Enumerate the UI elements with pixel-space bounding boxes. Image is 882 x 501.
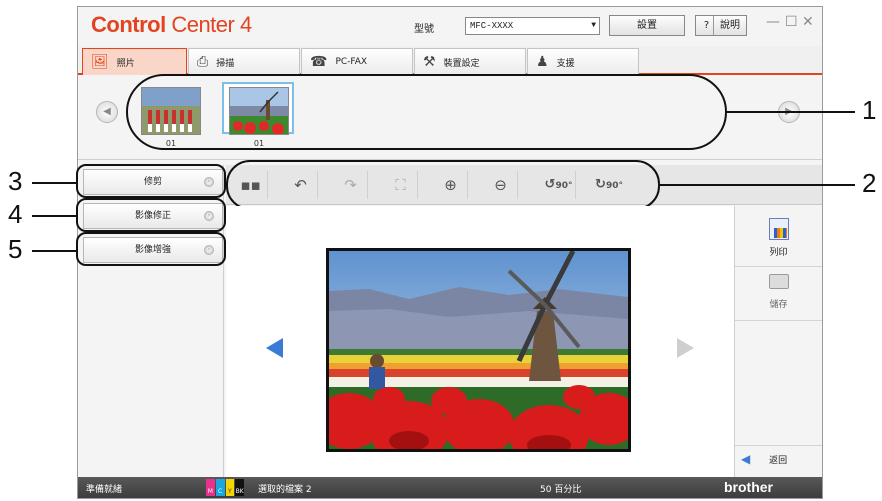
model-select[interactable]: MFC-XXXX ▼ (465, 17, 600, 35)
brother-logo: brother (724, 479, 773, 495)
help-button[interactable]: ? 說明 (695, 15, 747, 36)
photo-icon: 🖼 (91, 54, 109, 70)
tab-support[interactable]: ♟ 支援 (527, 48, 639, 75)
callout-thumbnails (126, 74, 727, 150)
previous-image-icon[interactable] (266, 338, 283, 358)
folder-icon (768, 274, 789, 289)
callout-number-3: 3 (8, 166, 23, 196)
close-icon[interactable]: ✕ (802, 14, 814, 30)
callout-number-4: 4 (8, 199, 23, 229)
scan-icon: ⎙ (197, 54, 209, 70)
fax-icon: ☎ (310, 54, 328, 70)
tools-icon: ⚒ (423, 54, 436, 70)
selected-files: 選取的檔案 2 (258, 485, 312, 495)
callout-line-5 (32, 250, 76, 252)
support-icon: ♟ (536, 54, 549, 70)
callout-line-2 (660, 184, 855, 186)
zoom-level: 50 百分比 (540, 485, 582, 495)
previous-arrow-icon[interactable]: ◀ (96, 101, 118, 123)
status-text: 準備就緒 (86, 485, 123, 495)
tab-photo[interactable]: 🖼 照片 (82, 48, 187, 75)
print-button[interactable]: 列印 (735, 214, 822, 266)
settings-button[interactable]: 設置 (609, 15, 685, 36)
callout-trim (76, 164, 226, 198)
divider (735, 445, 822, 446)
save-button[interactable]: 儲存 (735, 270, 822, 320)
back-arrow-icon: ◀ (741, 452, 751, 466)
model-label: 型號 (414, 24, 434, 35)
back-button[interactable]: ◀ 返回 (735, 452, 822, 472)
callout-number-2: 2 (862, 168, 877, 198)
callout-number-5: 5 (8, 234, 23, 264)
tab-device-settings[interactable]: ⚒ 裝置設定 (414, 48, 526, 75)
callout-line-3 (32, 182, 76, 184)
ink-level-icon[interactable]: M C Y BK (206, 479, 244, 496)
minimize-icon[interactable]: — (766, 14, 780, 30)
next-image-icon[interactable] (677, 338, 694, 358)
action-panel: 列印 儲存 ◀ 返回 (734, 206, 822, 477)
tab-scan[interactable]: ⎙ 掃描 (188, 48, 300, 75)
help-icon: ? (700, 16, 714, 35)
maximize-icon[interactable]: ☐ (785, 14, 798, 30)
divider (735, 320, 822, 321)
chevron-down-icon: ▼ (591, 21, 596, 30)
callout-number-1: 1 (862, 95, 877, 125)
callout-line-4 (32, 215, 76, 217)
divider (735, 266, 822, 267)
callout-correction (76, 198, 226, 232)
callout-line-1 (727, 111, 855, 113)
tab-pcfax[interactable]: ☎ PC-FAX (301, 48, 413, 75)
callout-enhancement (76, 232, 226, 266)
status-bar: 準備就緒 M C Y BK 選取的檔案 2 50 百分比 brother (78, 477, 822, 498)
callout-toolbar (226, 160, 660, 210)
print-icon (768, 218, 789, 240)
tab-bar: 🖼 照片 ⎙ 掃描 ☎ PC-FAX ⚒ 裝置設定 ♟ 支援 (78, 46, 822, 75)
preview-photo (326, 248, 631, 452)
windmill-tulip-image (329, 251, 628, 449)
app-logo: Control Center 4 (91, 12, 252, 37)
